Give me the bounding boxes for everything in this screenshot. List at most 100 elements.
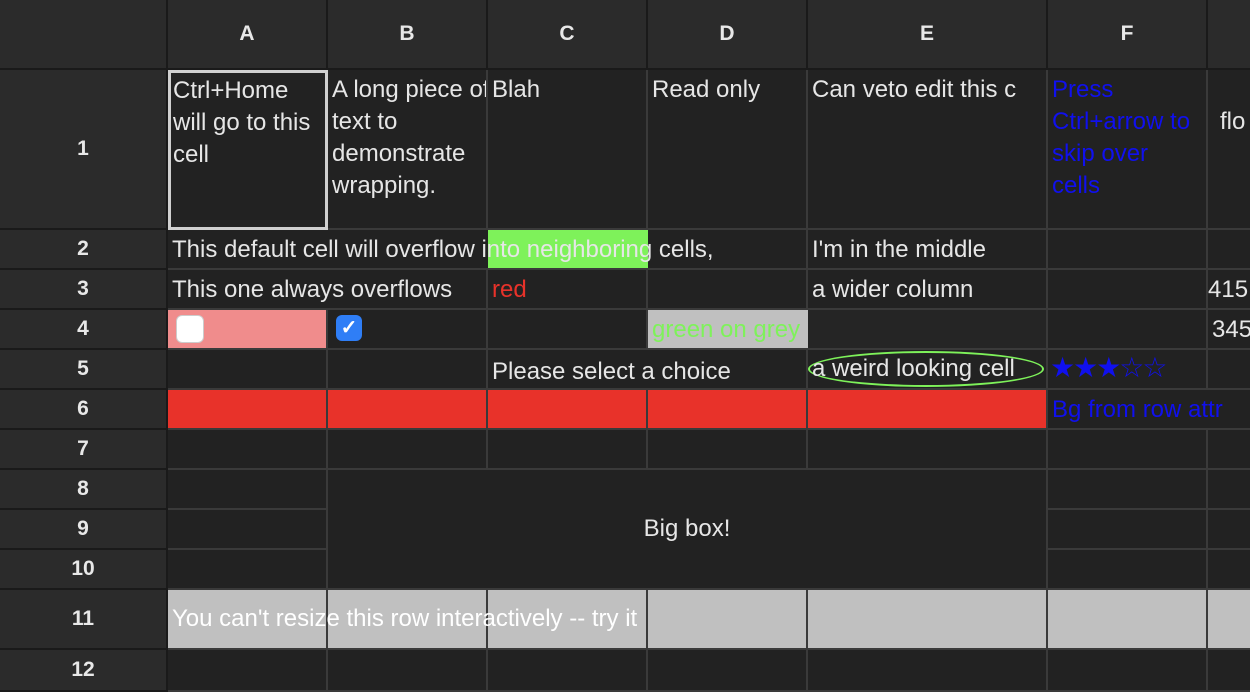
cell-d3[interactable]: [648, 270, 808, 310]
cell-g8[interactable]: [1208, 470, 1250, 510]
row-header-1[interactable]: 1: [0, 70, 168, 230]
row-header-7[interactable]: 7: [0, 430, 168, 470]
cell-b4[interactable]: ✓: [328, 310, 488, 350]
checkbox-unchecked[interactable]: [176, 315, 204, 343]
row-header-6[interactable]: 6: [0, 390, 168, 430]
cell-f1[interactable]: Press Ctrl+arrow to skip over cells: [1048, 70, 1208, 230]
cell-b6[interactable]: [328, 390, 488, 430]
row-header-11[interactable]: 11: [0, 590, 168, 650]
cell-g9[interactable]: [1208, 510, 1250, 550]
cell-a6[interactable]: [168, 390, 328, 430]
cell-f6-text: Bg from row attr: [1052, 396, 1223, 423]
cell-g4[interactable]: 345: [1208, 310, 1250, 350]
cell-d11[interactable]: [648, 590, 808, 650]
cell-d1-text: Read only: [652, 76, 761, 103]
cell-b5[interactable]: [328, 350, 488, 390]
cell-g11[interactable]: [1208, 590, 1250, 650]
column-header-b[interactable]: B: [328, 0, 488, 70]
row-header-3[interactable]: 3: [0, 270, 168, 310]
row-header-12[interactable]: 12: [0, 650, 168, 692]
cell-f12[interactable]: [1048, 650, 1208, 692]
cell-c1-text: Blah: [492, 76, 541, 103]
row-header-10[interactable]: 10: [0, 550, 168, 590]
cell-d4-text: green on grey: [652, 316, 801, 343]
cell-a11-text: You can't resize this row interactively …: [172, 605, 638, 632]
cell-a8[interactable]: [168, 470, 328, 510]
column-header-c[interactable]: C: [488, 0, 648, 70]
cell-b7[interactable]: [328, 430, 488, 470]
cell-g3[interactable]: 415: [1208, 270, 1250, 310]
cell-e2[interactable]: I'm in the middle: [808, 230, 1048, 270]
cell-d1[interactable]: Read only: [648, 70, 808, 230]
cell-g5[interactable]: [1208, 350, 1250, 390]
cell-c7[interactable]: [488, 430, 648, 470]
cell-e2-text: I'm in the middle: [812, 236, 986, 263]
cell-g3-text: 415: [1208, 276, 1249, 303]
cell-f2[interactable]: [1048, 230, 1208, 270]
cell-e7[interactable]: [808, 430, 1048, 470]
cell-d12[interactable]: [648, 650, 808, 692]
cell-a10[interactable]: [168, 550, 328, 590]
cell-e3[interactable]: a wider column: [808, 270, 1048, 310]
cell-e4[interactable]: [808, 310, 1048, 350]
cell-f8[interactable]: [1048, 470, 1208, 510]
cell-f3[interactable]: [1048, 270, 1208, 310]
cell-f1-text: Press Ctrl+arrow to skip over cells: [1052, 76, 1191, 199]
cell-a5[interactable]: [168, 350, 328, 390]
row-header-5[interactable]: 5: [0, 350, 168, 390]
cell-c3-text: red: [492, 276, 527, 303]
cell-g12[interactable]: [1208, 650, 1250, 692]
cell-f5[interactable]: ★★★☆☆: [1048, 350, 1208, 390]
cell-d6[interactable]: [648, 390, 808, 430]
cell-a2-text: This default cell will overflow into nei…: [172, 236, 714, 263]
cell-g1[interactable]: flo: [1208, 70, 1250, 230]
cell-a3-text: This one always overflows: [172, 276, 453, 303]
cell-g2[interactable]: [1208, 230, 1250, 270]
cell-f4[interactable]: [1048, 310, 1208, 350]
cell-b12[interactable]: [328, 650, 488, 692]
cell-d7[interactable]: [648, 430, 808, 470]
cell-b1[interactable]: A long piece of text to demonstrate wrap…: [328, 70, 488, 230]
cell-f9[interactable]: [1048, 510, 1208, 550]
column-header-e[interactable]: E: [808, 0, 1048, 70]
check-icon: ✓: [340, 317, 358, 339]
merged-big-box-text: Big box!: [643, 515, 731, 542]
cell-a7[interactable]: [168, 430, 328, 470]
cell-e6[interactable]: [808, 390, 1048, 430]
row-header-2[interactable]: 2: [0, 230, 168, 270]
cell-c6[interactable]: [488, 390, 648, 430]
cell-g7[interactable]: [1208, 430, 1250, 470]
cell-c12[interactable]: [488, 650, 648, 692]
cell-a12[interactable]: [168, 650, 328, 692]
cell-e1[interactable]: Can veto edit this c: [808, 70, 1048, 230]
cell-b1-text: A long piece of text to demonstrate wrap…: [332, 76, 488, 199]
cell-g10[interactable]: [1208, 550, 1250, 590]
cell-a1[interactable]: Ctrl+Home will go to this cell: [168, 70, 328, 230]
merged-big-box[interactable]: Big box!: [328, 470, 1048, 590]
cell-a4[interactable]: [168, 310, 328, 350]
cell-f7[interactable]: [1048, 430, 1208, 470]
column-header-d[interactable]: D: [648, 0, 808, 70]
cell-e1-text: Can veto edit this c: [812, 76, 1017, 103]
cell-e11[interactable]: [808, 590, 1048, 650]
row-header-4[interactable]: 4: [0, 310, 168, 350]
cell-c4[interactable]: [488, 310, 648, 350]
checkbox-checked[interactable]: ✓: [336, 315, 362, 341]
star-rating[interactable]: ★★★☆☆: [1050, 352, 1168, 384]
cell-g4-text: 345: [1212, 316, 1250, 343]
cell-e5[interactable]: a weird looking cell: [808, 350, 1048, 390]
column-header-a[interactable]: A: [168, 0, 328, 70]
row-header-9[interactable]: 9: [0, 510, 168, 550]
column-header-f[interactable]: F: [1048, 0, 1208, 70]
cell-a9[interactable]: [168, 510, 328, 550]
cell-a1-text: Ctrl+Home will go to this cell: [173, 77, 311, 168]
cell-f10[interactable]: [1048, 550, 1208, 590]
cell-f11[interactable]: [1048, 590, 1208, 650]
cell-c3[interactable]: red: [488, 270, 648, 310]
cell-c1[interactable]: Blah: [488, 70, 648, 230]
cell-e12[interactable]: [808, 650, 1048, 692]
column-header-g[interactable]: [1208, 0, 1250, 70]
cell-c5-dropdown[interactable]: Please select a choice: [492, 356, 731, 388]
corner-header[interactable]: [0, 0, 168, 70]
row-header-8[interactable]: 8: [0, 470, 168, 510]
